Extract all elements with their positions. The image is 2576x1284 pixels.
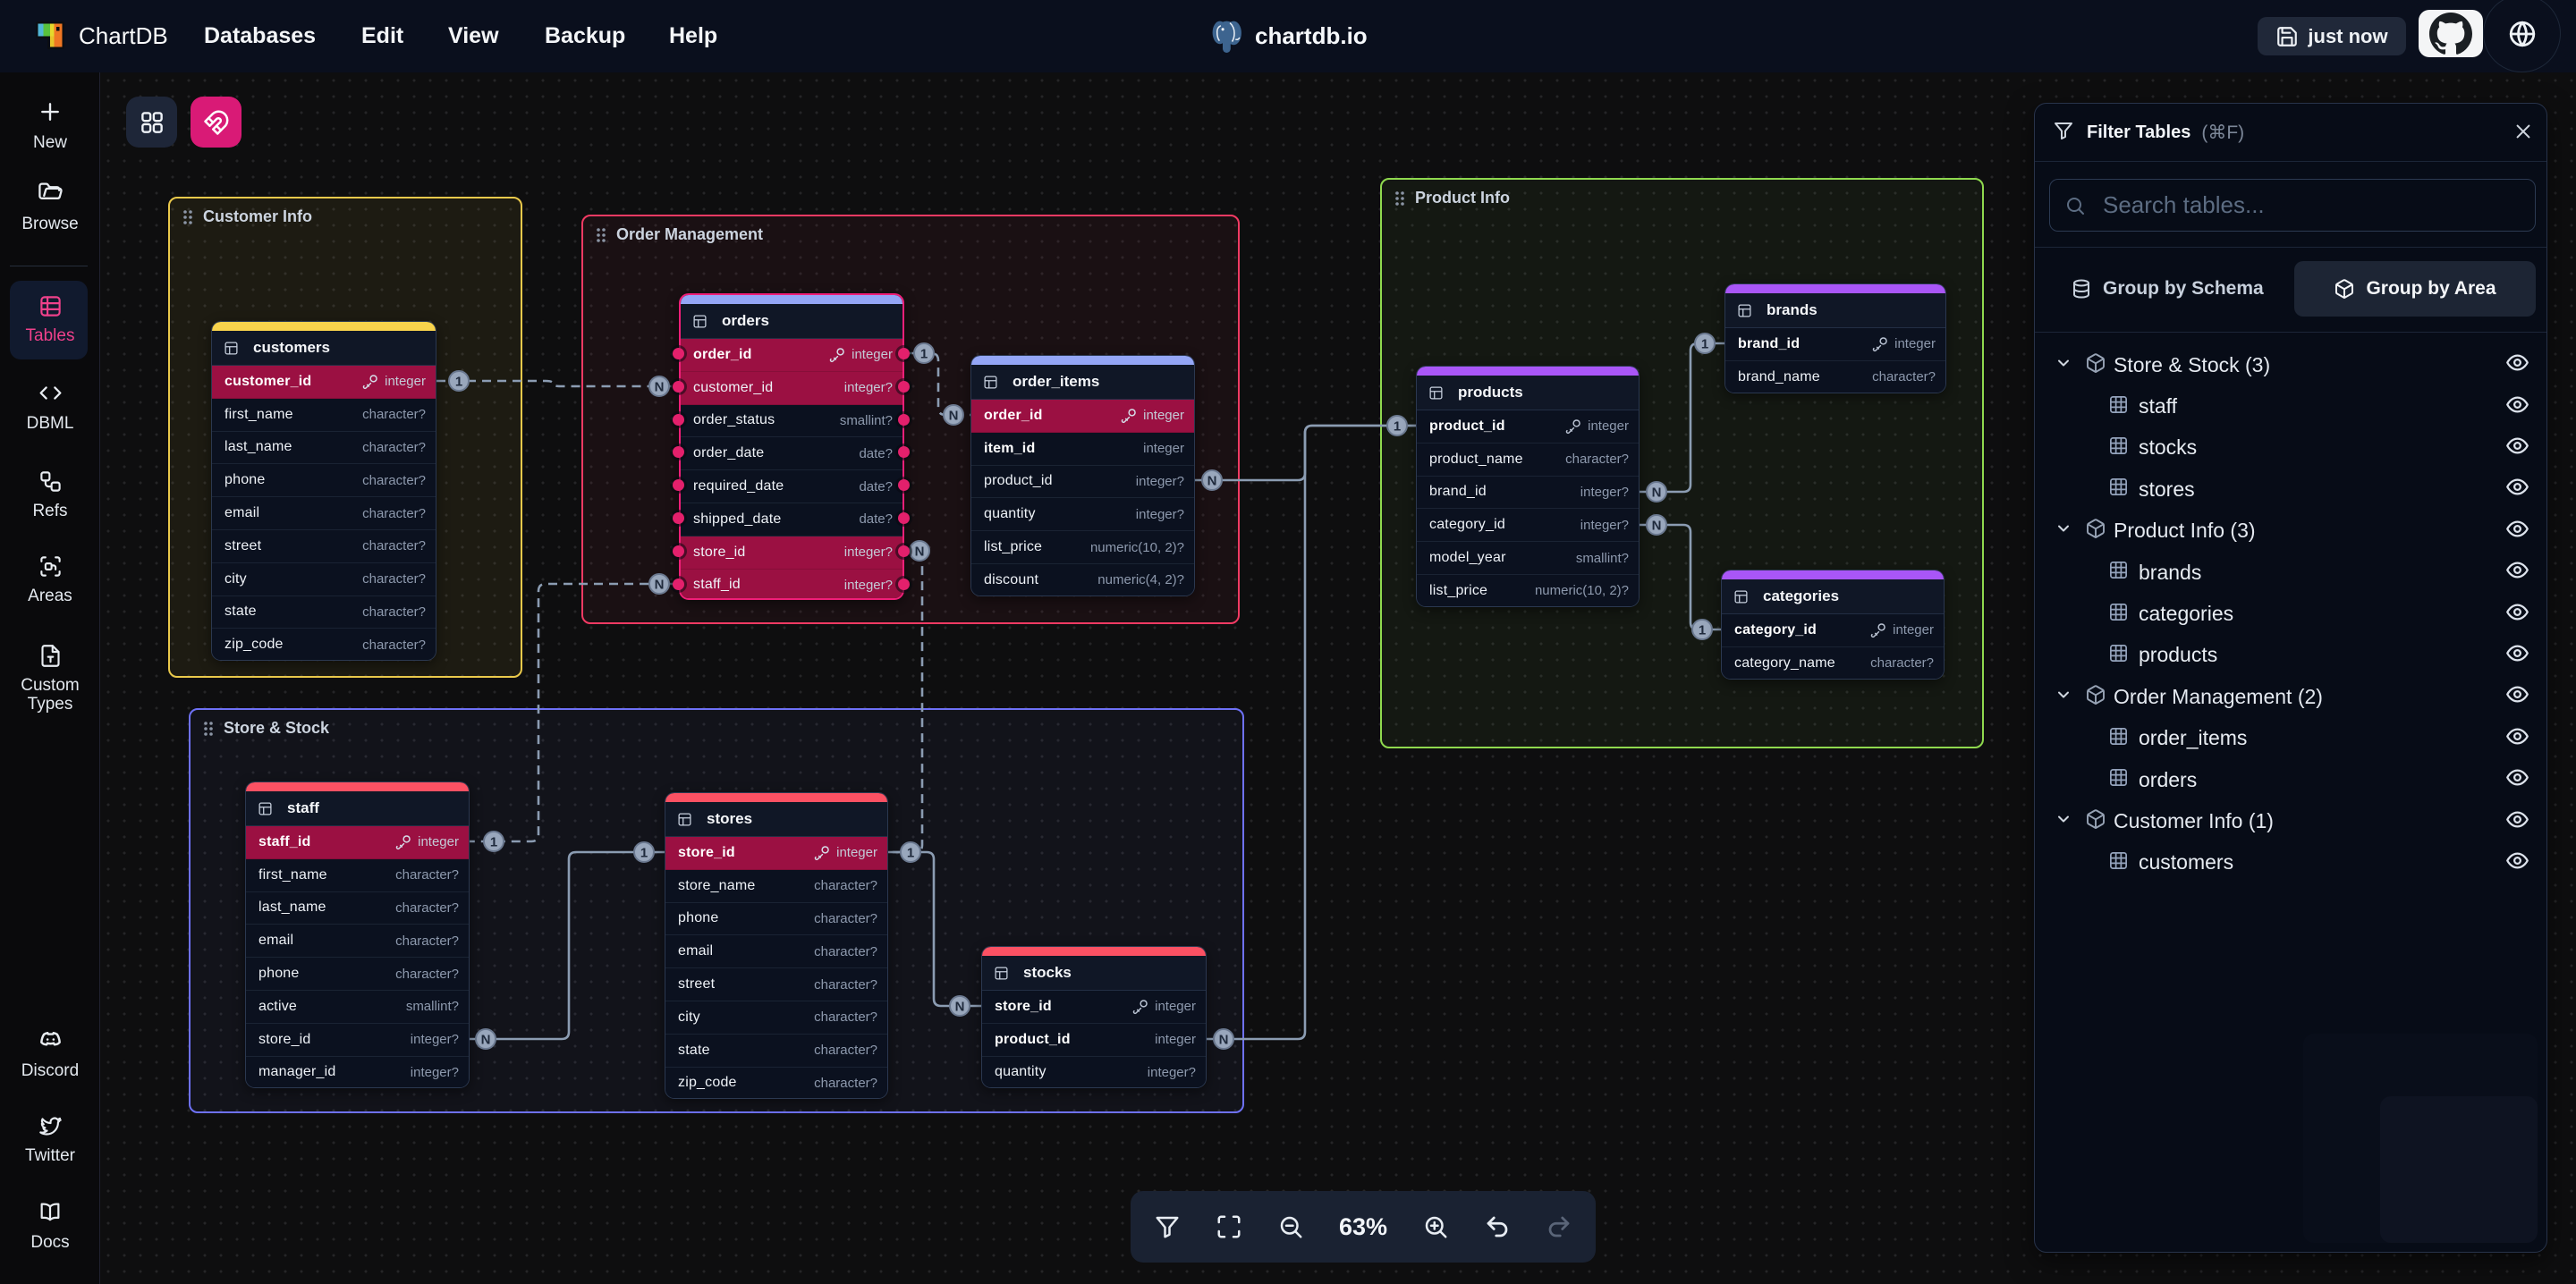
svg-text:1: 1 [1394,419,1401,435]
svg-text:N: N [955,1000,965,1015]
svg-text:1: 1 [490,835,497,850]
svg-text:1: 1 [1699,623,1706,638]
svg-text:N: N [481,1033,491,1048]
svg-text:N: N [655,380,665,395]
svg-text:N: N [1219,1033,1229,1048]
svg-text:N: N [949,409,959,424]
svg-text:1: 1 [1701,337,1708,352]
svg-text:N: N [1652,519,1662,534]
svg-text:N: N [1652,486,1662,501]
svg-text:1: 1 [907,846,914,861]
svg-text:1: 1 [640,846,648,861]
svg-text:1: 1 [920,347,928,362]
svg-text:N: N [915,545,925,560]
svg-text:N: N [1208,474,1217,489]
svg-text:1: 1 [455,375,462,390]
svg-text:N: N [655,578,665,593]
